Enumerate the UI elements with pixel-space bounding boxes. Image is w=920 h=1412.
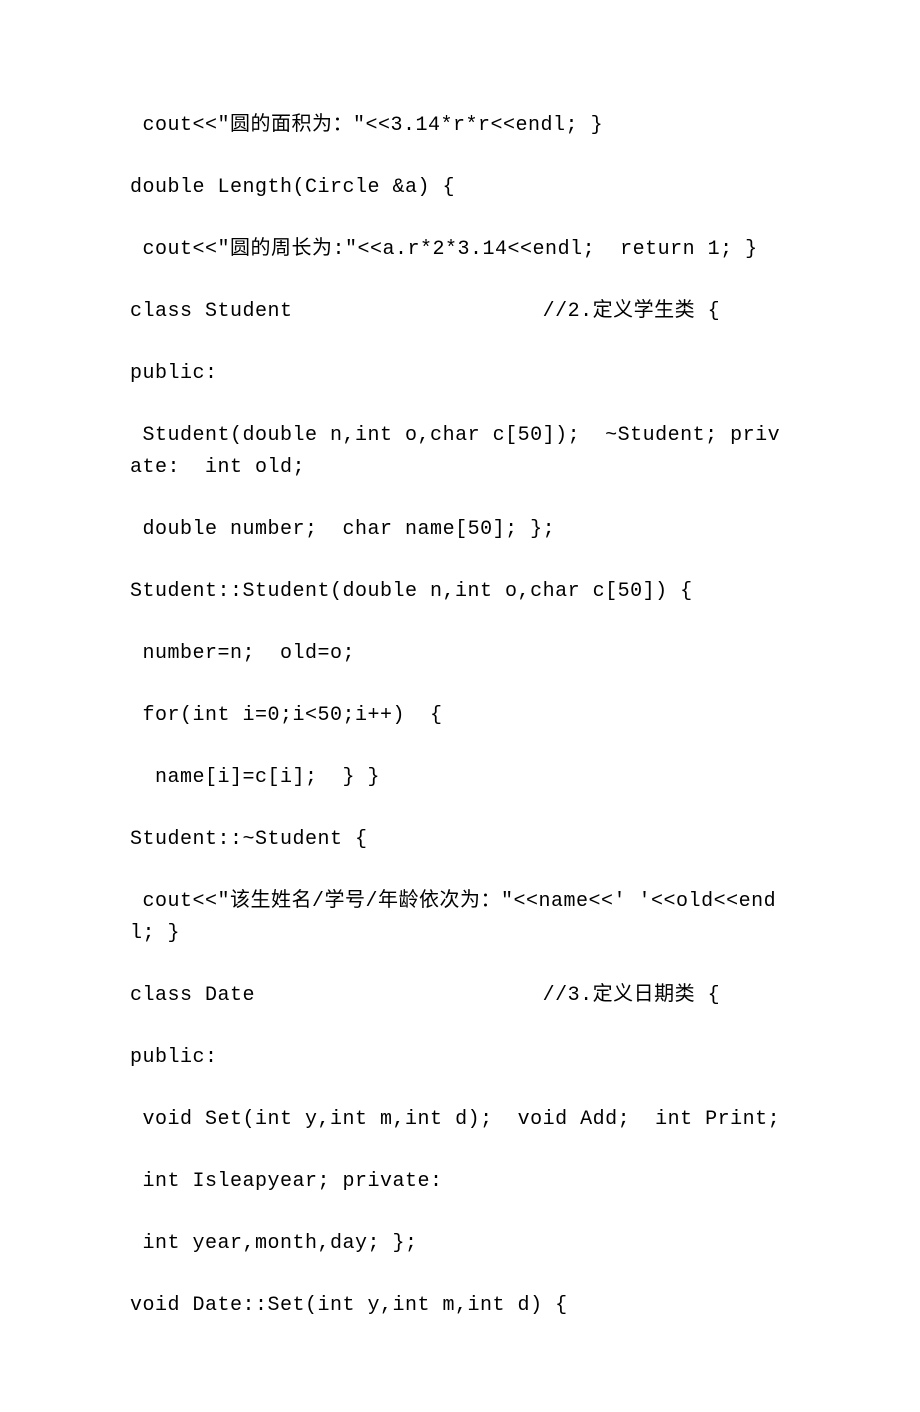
code-line: public: — [130, 358, 790, 390]
code-line: name[i]=c[i]; } } — [130, 762, 790, 794]
code-line: cout<<"圆的周长为:"<<a.r*2*3.14<<endl; return… — [130, 234, 790, 266]
code-line: cout<<"圆的面积为："<<3.14*r*r<<endl; } — [130, 110, 790, 142]
code-line: double Length(Circle &a) { — [130, 172, 790, 204]
code-line: public: — [130, 1042, 790, 1074]
code-line: Student(double n,int o,char c[50]); ~Stu… — [130, 420, 790, 484]
code-line: Student::~Student { — [130, 824, 790, 856]
code-line: void Set(int y,int m,int d); void Add; i… — [130, 1104, 790, 1136]
code-line: for(int i=0;i<50;i++) { — [130, 700, 790, 732]
document-page: cout<<"圆的面积为："<<3.14*r*r<<endl; } double… — [0, 0, 920, 1412]
code-line: void Date::Set(int y,int m,int d) { — [130, 1290, 790, 1322]
code-line: class Date //3.定义日期类 { — [130, 980, 790, 1012]
code-line: class Student //2.定义学生类 { — [130, 296, 790, 328]
code-line: double number; char name[50]; }; — [130, 514, 790, 546]
code-line: Student::Student(double n,int o,char c[5… — [130, 576, 790, 608]
code-line: int year,month,day; }; — [130, 1228, 790, 1260]
code-line: int Isleapyear; private: — [130, 1166, 790, 1198]
code-line: cout<<"该生姓名/学号/年龄依次为："<<name<<' '<<old<<… — [130, 886, 790, 950]
code-line: number=n; old=o; — [130, 638, 790, 670]
